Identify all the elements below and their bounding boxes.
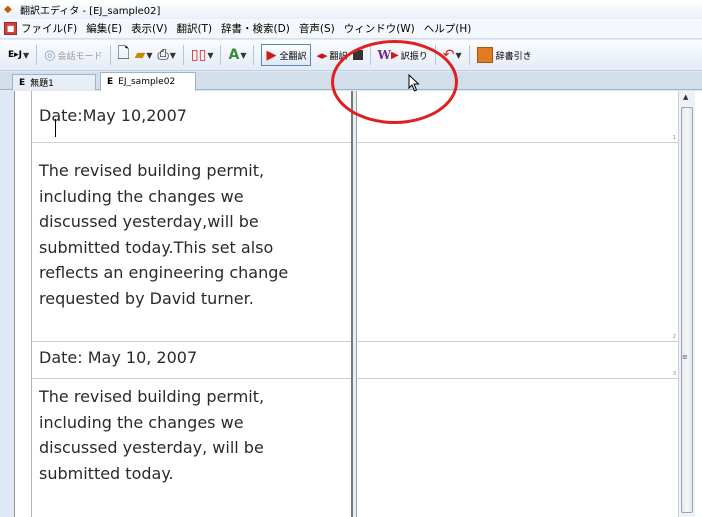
window-frame-left: [0, 91, 14, 517]
editor-area: Date:May 10,2007 1 The revised building …: [14, 91, 702, 517]
title-bar: ◆ 翻訳エディタ - [EJ_sample02]: [0, 0, 702, 19]
text-caret: [55, 119, 56, 137]
toolbar-separator: [36, 45, 38, 65]
menu-view[interactable]: 表示(V): [131, 21, 167, 36]
source-segment[interactable]: The revised building permit, including t…: [32, 379, 366, 517]
translation-text-pane[interactable]: 1 2 3: [358, 91, 678, 517]
vertical-scrollbar[interactable]: ▲ ≡: [678, 91, 695, 517]
open-file-button[interactable]: ▰ ▼: [135, 44, 153, 66]
highlight-circle: [331, 40, 458, 124]
tab-label: 無題1: [30, 79, 54, 89]
segment-line: submitted today.This set also: [39, 237, 274, 257]
tab-label: EJ_sample02: [118, 77, 176, 87]
menu-edit[interactable]: 編集(E): [86, 21, 122, 36]
application-window: ◆ 翻訳エディタ - [EJ_sample02] ■ ファイル(F) 編集(E)…: [0, 0, 702, 517]
mouse-pointer-icon: [408, 74, 420, 92]
chevron-down-icon: ▼: [207, 50, 214, 60]
translation-segment[interactable]: [358, 379, 678, 517]
split-pane-icon: ▯▯: [190, 47, 207, 63]
dictionary-icon: [476, 47, 493, 63]
tab-ej-sample02[interactable]: E EJ_sample02: [100, 72, 196, 91]
scrollbar-thumb[interactable]: [681, 107, 693, 513]
source-segment[interactable]: Date: May 10, 2007 3: [32, 342, 366, 379]
toolbar-separator: [468, 45, 470, 65]
menu-dictionary-search[interactable]: 辞書・検索(D): [221, 21, 290, 36]
menu-file[interactable]: ファイル(F): [21, 21, 77, 36]
segment-line: discussed yesterday, will be: [39, 438, 264, 457]
new-document-icon: 🗋: [117, 43, 130, 62]
tab-prefix: E: [107, 77, 114, 87]
tab-untitled-1[interactable]: E 無題1: [12, 74, 96, 90]
segment-line: submitted today.: [39, 463, 174, 483]
menu-help[interactable]: ヘルプ(H): [424, 21, 472, 36]
chevron-down-icon: ▼: [146, 50, 153, 60]
window-title: 翻訳エディタ - [EJ_sample02]: [20, 6, 161, 17]
source-segment[interactable]: Date:May 10,2007 1: [32, 91, 366, 143]
translate-editor-icon: ◆: [4, 3, 12, 15]
segment-line: discussed yesterday,will be: [39, 212, 259, 231]
segment-number: 3: [672, 371, 676, 377]
translate-all-label: 全翻訳: [279, 51, 307, 62]
conversation-mode-label: 会話モード: [57, 51, 103, 62]
menu-translate[interactable]: 翻訳(T): [176, 21, 212, 36]
open-folder-icon: ▰: [134, 47, 146, 63]
toolbar-separator: [109, 45, 111, 65]
scroll-up-arrow-icon[interactable]: ▲: [683, 93, 688, 101]
tab-prefix: E: [19, 77, 26, 88]
segment-number: 2: [672, 334, 676, 340]
segment-line: including the changes we: [39, 186, 244, 206]
font-icon: A: [228, 47, 240, 63]
segment-line: reflects an engineering change: [39, 263, 289, 282]
source-segment[interactable]: The revised building permit, including t…: [32, 143, 366, 342]
segment-line: requested by David turner.: [39, 288, 254, 308]
toolbar-separator: [182, 45, 184, 65]
document-menu-icon[interactable]: ■: [4, 22, 17, 35]
new-document-button[interactable]: 🗋: [118, 44, 130, 66]
play-icon: ▶: [266, 47, 277, 63]
font-button[interactable]: A ▼: [228, 44, 246, 66]
speech-bubble-icon: ◎: [44, 47, 56, 63]
dictionary-lookup-button[interactable]: 辞書引き: [476, 44, 532, 66]
segment-number: 1: [672, 135, 676, 141]
segment-line: The revised building permit,: [39, 387, 265, 406]
scrollbar-grip-icon: ≡: [682, 353, 688, 361]
segment-line: including the changes we: [39, 412, 244, 432]
toolbar-separator: [253, 45, 255, 65]
segment-line: Date:May 10,2007: [39, 106, 187, 125]
print-button[interactable]: ⎙ ▼: [158, 44, 176, 66]
layout-button[interactable]: ▯▯ ▼: [191, 44, 214, 66]
translation-direction-button[interactable]: E▸J ▼: [8, 44, 29, 66]
menu-window[interactable]: ウィンドウ(W): [344, 21, 415, 36]
pane-splitter[interactable]: [351, 91, 357, 517]
translation-segment[interactable]: 3: [358, 342, 678, 379]
source-text-pane[interactable]: Date:May 10,2007 1 The revised building …: [31, 91, 366, 517]
conversation-mode-button[interactable]: ◎ 会話モード: [44, 44, 102, 66]
chevron-down-icon: ▼: [455, 50, 462, 60]
chevron-down-icon: ▼: [169, 50, 176, 60]
dictionary-lookup-label: 辞書引き: [495, 51, 532, 62]
translation-segment[interactable]: 2: [358, 143, 678, 342]
translate-selection-icon: ◂▸: [316, 48, 328, 62]
translate-all-button[interactable]: ▶ 全翻訳: [261, 44, 312, 66]
segment-line: The revised building permit,: [39, 161, 265, 180]
printer-icon: ⎙: [157, 47, 169, 63]
menu-voice[interactable]: 音声(S): [299, 21, 335, 36]
chevron-down-icon: ▼: [23, 50, 30, 60]
chevron-down-icon: ▼: [240, 50, 247, 60]
segment-line: Date: May 10, 2007: [39, 348, 198, 367]
menu-bar: ■ ファイル(F) 編集(E) 表示(V) 翻訳(T) 辞書・検索(D) 音声(…: [0, 19, 702, 39]
direction-label: E▸J: [8, 50, 23, 60]
toolbar-separator: [220, 45, 222, 65]
